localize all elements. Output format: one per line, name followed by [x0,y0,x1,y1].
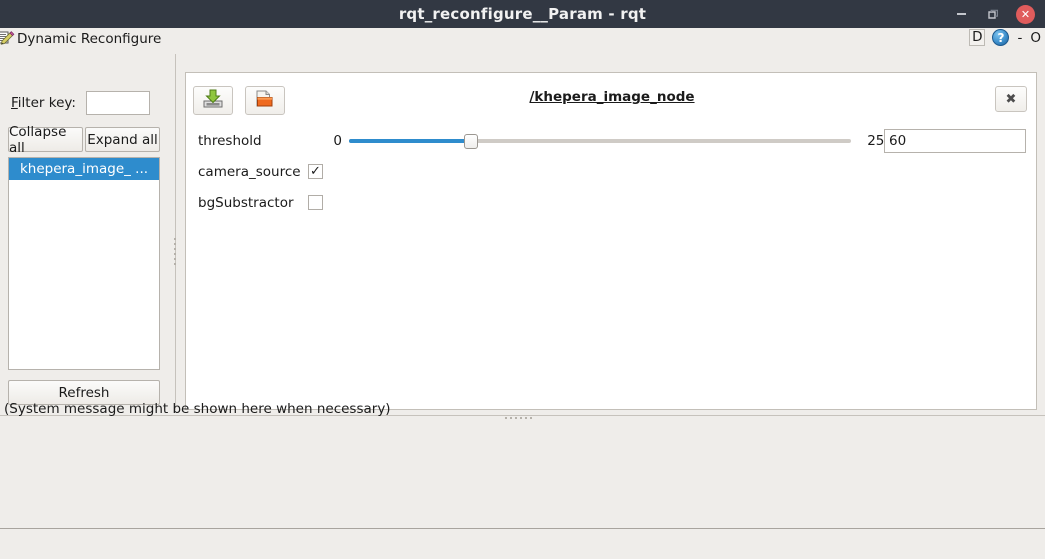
left-panel: Filter key: Collapse all Expand all khep… [0,54,170,410]
minimize-button[interactable] [952,5,970,23]
parameter-list: threshold 0 255 camera_source ✓ bgSu [186,125,1038,218]
node-title: /khepera_image_node [529,89,695,105]
filter-key-input[interactable] [85,91,150,115]
filter-key-mnemonic: F [11,95,18,111]
slider-handle[interactable] [463,133,478,149]
param-label-threshold: threshold [198,132,262,149]
dock-letter-button[interactable]: D [969,29,986,46]
param-row-threshold: threshold 0 255 [186,125,1038,156]
maximize-button[interactable] [984,5,1002,23]
splitter-line [175,54,176,410]
window-controls: ✕ [952,0,1039,28]
collapse-all-button[interactable]: Collapse all [8,124,83,156]
minimize-plugin-icon[interactable]: - [1016,30,1023,46]
node-list-item-selected[interactable]: khepera_image_ ... [9,158,159,180]
param-row-camera-source: camera_source ✓ [186,156,1038,187]
param-label-camera-source: camera_source [198,163,301,180]
param-row-bgsubstractor: bgSubstractor [186,187,1038,218]
slider-threshold[interactable] [349,132,851,150]
plugin-header: Dynamic Reconfigure D ? - O [0,28,1045,51]
param-value-threshold[interactable] [884,128,1026,153]
window-title: rqt_reconfigure__Param - rqt [398,5,647,23]
filter-key-text: ilter key: [17,95,76,111]
param-checkbox-camera-source[interactable]: ✓ [308,164,323,179]
plugin-title-group: Dynamic Reconfigure [0,30,161,47]
parameter-panel: /khepera_image_node ✖ threshold 0 255 ca… [185,72,1037,410]
bottom-area [0,529,1045,559]
help-icon[interactable]: ? [992,29,1010,46]
param-label-bgsubstractor: bgSubstractor [198,194,294,211]
plugin-title: Dynamic Reconfigure [17,30,162,47]
expand-all-button[interactable]: Expand all [85,127,160,152]
node-list[interactable]: khepera_image_ ... [8,157,160,370]
window-titlebar: rqt_reconfigure__Param - rqt ✕ [0,0,1045,28]
plugin-tool-buttons: D ? - O [969,29,1041,46]
slider-min-threshold: 0 [333,132,342,149]
checkmark-icon: ✓ [310,164,321,179]
filter-key-label: Filter key: [11,95,76,111]
system-message: (System message might be shown here when… [4,401,391,417]
splitter-grip [174,238,176,265]
close-button[interactable]: ✕ [1016,4,1035,24]
filter-row: Filter key: [11,91,150,115]
pencil-icon [0,30,15,47]
window-body: Dynamic Reconfigure D ? - O Filter key: … [0,28,1045,559]
node-close-button[interactable]: ✖ [995,86,1027,112]
param-checkbox-bgsubstractor[interactable] [308,195,323,210]
slider-fill [349,138,471,143]
vertical-splitter[interactable] [170,54,184,410]
splitter-grip [505,417,532,419]
close-plugin-icon[interactable]: O [1030,30,1041,46]
